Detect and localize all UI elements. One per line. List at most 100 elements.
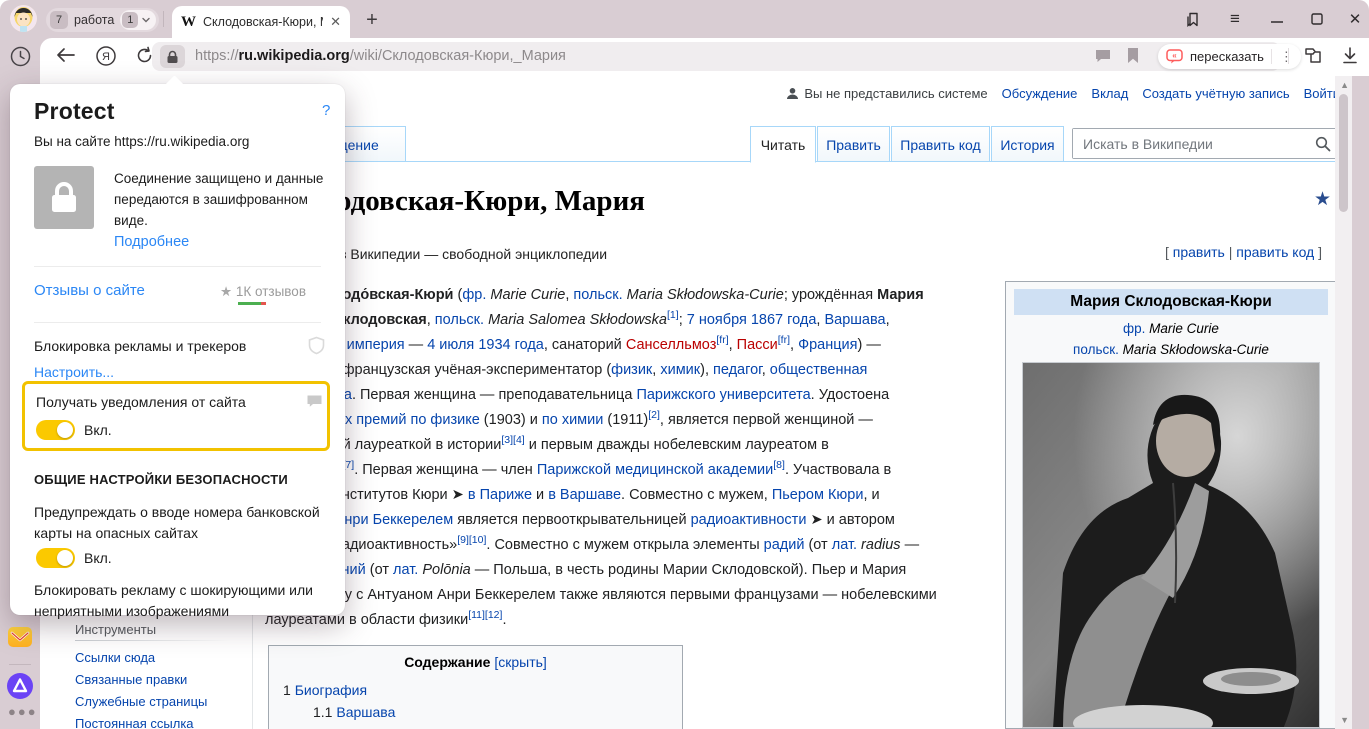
body-line: луч) и полоний (от лат. Polōnia — Польша… (265, 562, 906, 578)
popup-divider (34, 266, 321, 267)
menu-icon[interactable]: ≡ (1220, 8, 1250, 30)
bookmark-icon[interactable] (1126, 47, 1140, 69)
tab-group-active-pill[interactable]: 1 (120, 10, 156, 30)
yandex-mail-icon[interactable] (7, 625, 33, 654)
portrait-photo[interactable] (1022, 362, 1320, 728)
protect-popup: Protect ? Вы на сайте https://ru.wikiped… (10, 84, 345, 615)
notifications-toggle[interactable] (36, 420, 75, 440)
configure-link[interactable]: Настроить... (34, 364, 114, 380)
site-reviews-link[interactable]: Отзывы о сайте (34, 282, 145, 299)
back-icon[interactable] (56, 47, 75, 68)
secure-connection-text: Соединение защищено и данные передаются … (114, 168, 324, 231)
reviews-rating-bar (238, 302, 266, 305)
popup-divider (34, 322, 321, 323)
body-line: деятельница. Первая женщина — преподават… (265, 387, 889, 403)
close-button[interactable]: ✕ (1340, 8, 1369, 30)
tab-close-icon[interactable]: ✕ (330, 14, 341, 30)
infobox: Мария Склодовская-Кюри фр. Marie Curie п… (1005, 281, 1337, 729)
reviews-count: ★ 1К отзывов (220, 284, 306, 300)
body-line: Саломе́я Склодовская, польск. Maria Salo… (265, 312, 890, 328)
article-subtitle: Из Википедии — свободной энциклопедии (330, 246, 607, 262)
sidebar-link-permanent[interactable]: Постоянная ссылка (75, 716, 194, 729)
body-line: Антуаном Анри Беккерелем является первоо… (265, 512, 895, 528)
toc-item-warsaw[interactable]: 1.1 Варшава (313, 704, 395, 720)
quote-bubble-icon: « (1166, 49, 1183, 64)
sidebar-link-related[interactable]: Связанные правки (75, 672, 187, 687)
personal-link-create-account[interactable]: Создать учётную запись (1142, 86, 1289, 101)
protect-title: Protect (34, 98, 115, 125)
active-tab[interactable]: W Склодовская-Кюри, Ма ✕ (172, 6, 350, 38)
alice-assistant-icon[interactable] (6, 672, 34, 705)
notifications-label: Получать уведомления от сайта (36, 394, 246, 410)
profile-avatar[interactable] (10, 5, 37, 32)
scrollbar-thumb[interactable] (1339, 94, 1348, 212)
toc-header[interactable]: Содержание [скрыть] (269, 654, 682, 670)
body-line: Мари́я Склодо́вская-Кюри́ (фр. Marie Cur… (265, 287, 924, 303)
wiki-personal-bar: Вы не представились системе Обсуждение В… (786, 86, 1340, 101)
svg-text:Я: Я (102, 51, 110, 63)
history-icon[interactable] (9, 45, 32, 73)
wiki-tab-history[interactable]: История (991, 126, 1064, 162)
retell-button[interactable]: « пересказать ⋮ (1158, 44, 1301, 69)
security-section-header: ОБЩИЕ НАСТРОЙКИ БЕЗОПАСНОСТИ (34, 472, 288, 487)
star-icon: ★ (220, 284, 232, 299)
minimize-button[interactable] (1262, 8, 1292, 30)
scroll-up-icon[interactable]: ▲ (1340, 80, 1349, 90)
browser-window: 7 работа 1 W Склодовская-Кюри, Ма ✕ + ≡ … (0, 0, 1369, 729)
comment-icon[interactable] (1094, 48, 1112, 69)
yandex-home-icon[interactable]: Я (95, 45, 117, 72)
new-tab-button[interactable]: + (358, 7, 386, 35)
chevron-down-icon (141, 15, 151, 25)
rail-more-icon[interactable]: ●●● (8, 704, 38, 719)
toolbar-separator (1288, 48, 1289, 64)
personal-link-talk[interactable]: Обсуждение (1002, 86, 1078, 101)
details-link[interactable]: Подробнее (114, 234, 189, 250)
avatar-girl-icon (10, 5, 37, 32)
card-warning-toggle[interactable] (36, 548, 75, 568)
scroll-down-icon[interactable]: ▼ (1340, 715, 1349, 725)
tab-group-active-count: 1 (122, 12, 138, 28)
watchlist-star-icon[interactable]: ★ (1314, 188, 1331, 211)
downloads-icon[interactable] (1341, 46, 1359, 71)
search-icon[interactable] (1315, 136, 1331, 152)
wiki-search-input[interactable] (1073, 129, 1305, 158)
card-warning-toggle-row: Вкл. (36, 548, 112, 568)
infobox-name-polish: польск. Maria Skłodowska-Curie (1006, 342, 1336, 357)
wiki-sidebar-tools-header: Инструменты (75, 622, 156, 637)
svg-text:«: « (1172, 51, 1177, 60)
maximize-button[interactable] (1302, 8, 1332, 30)
edit-links[interactable]: [ править | править код ] (1165, 244, 1322, 260)
body-line: Российская империя — 4 июля 1934 года, с… (265, 337, 881, 353)
body-line: истории[6][2][7]. Первая женщина — член … (265, 462, 891, 478)
url-scheme: https:// (195, 48, 239, 64)
sidebar-link-whatlinkshere[interactable]: Ссылки сюда (75, 650, 155, 665)
sidebar-link-special[interactable]: Служебные страницы (75, 694, 207, 709)
collections-icon[interactable] (1302, 46, 1324, 72)
infobox-name-french: фр. Marie Curie (1006, 321, 1336, 336)
notifications-toggle-row: Вкл. (36, 420, 112, 440)
wiki-tab-edit-source[interactable]: Править код (891, 126, 990, 162)
protect-help-link[interactable]: ? (322, 102, 330, 119)
wiki-tab-read[interactable]: Читать (750, 126, 816, 163)
toc-item-biography[interactable]: 1 Биография (283, 682, 367, 698)
adblock-label: Блокировка рекламы и трекеров (34, 338, 246, 354)
tab-group[interactable]: 7 работа 1 (46, 8, 159, 32)
comment-icon (306, 394, 323, 413)
lock-icon (166, 50, 179, 64)
wiki-tab-edit[interactable]: Править (817, 126, 890, 162)
shield-icon (308, 336, 325, 360)
body-line: термина «радиоактивность»[9][10]. Совмес… (265, 537, 919, 553)
personal-link-contribs[interactable]: Вклад (1091, 86, 1128, 101)
tab-group-count-badge: 7 (50, 11, 68, 29)
article-lead-paragraph: Мари́я Склодо́вская-Кюри́ (фр. Marie Cur… (265, 285, 997, 647)
url-path: /wiki/Склодовская-Кюри,_Мария (350, 48, 566, 64)
retell-menu-icon[interactable]: ⋮ (1271, 49, 1293, 64)
card-warning-label: Предупреждать о вводе номера банковскойк… (34, 502, 320, 544)
lock-icon (49, 181, 79, 215)
page-scrollbar[interactable]: ▲ ▼ (1335, 76, 1352, 729)
lock-badge[interactable] (160, 45, 185, 68)
infobox-title: Мария Склодовская-Кюри (1014, 289, 1328, 315)
address-bar[interactable]: https://ru.wikipedia.org/wiki/Склодовска… (152, 42, 1280, 71)
side-panel-icon[interactable] (1178, 8, 1208, 30)
shock-ads-label: Блокировать рекламу с шокирующими илинеп… (34, 580, 313, 622)
